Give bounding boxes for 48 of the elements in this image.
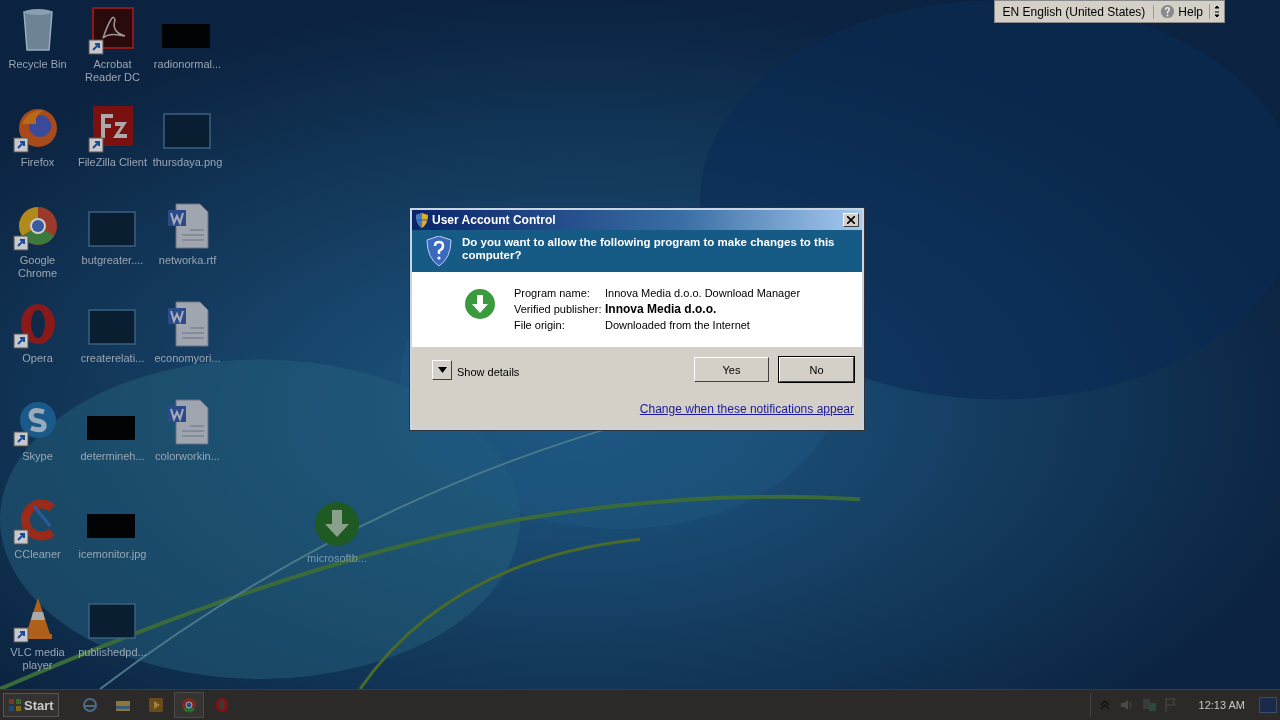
icon-label: Acrobat Reader DC [84,58,141,84]
expand-button[interactable] [432,359,452,380]
icon-label: createrelati... [79,352,146,365]
icon-label: publishedpd... [77,646,148,659]
help-icon [1160,4,1176,19]
icon-label: FileZilla Client [76,156,149,169]
show-details-label[interactable]: Show details [457,365,684,378]
icon-label: economyori... [153,352,222,365]
icon-label: Google Chrome [16,254,59,280]
icon-label: radionormal... [152,58,223,71]
question-shield-icon [426,236,452,266]
close-button[interactable] [843,213,859,227]
help-button[interactable]: Help [1154,4,1210,19]
question-text: Do you want to allow the following program to make changes to this computer? [462,236,836,262]
start-button[interactable]: Start [3,693,59,717]
icon-label: thursdaya.png [151,156,224,169]
icon-label: colorworkin... [154,450,221,463]
close-icon [847,216,855,224]
settings-link[interactable]: Change when these notifications appear [639,402,854,416]
taskbar-chrome-icon[interactable] [173,692,204,718]
yes-button[interactable]: Yes [694,357,769,382]
language-button[interactable]: EN English (United States) [994,4,1155,19]
window-title: User Account Control [432,213,557,227]
icon-label: VLC media player [9,646,66,672]
icon-label: Recycle Bin [7,58,68,71]
icon-label: CCleaner [13,548,62,561]
download-icon[interactable] [313,500,361,548]
caret-icon [437,366,447,373]
icon-label: Skype [21,450,54,463]
detail-label: Verified publisher: [514,302,603,317]
icon-label: icemonitor.jpg [77,548,148,561]
pdf-icon[interactable] [88,6,137,54]
detail-label: File origin: [514,318,566,333]
icon-label: microsoftb... [306,552,368,565]
detail-value: Innova Media d.o.o. Download Manager [605,286,801,301]
icon-label: Firefox [19,156,56,169]
icon-label: butgreater.... [80,254,145,267]
no-button[interactable]: No [779,357,854,382]
icon-label: determineh... [79,450,146,463]
clock[interactable]: 12:13 AM [1198,699,1245,711]
windows-flag-icon [8,698,22,712]
icon-label: Opera [21,352,54,365]
detail-value: Innova Media d.o.o. [605,302,718,317]
detail-value: Downloaded from the Internet [605,318,751,333]
icon-label: networka.rtf [157,254,218,267]
download-icon [464,288,496,320]
shield-icon [415,212,429,228]
detail-label: Program name: [514,286,591,301]
